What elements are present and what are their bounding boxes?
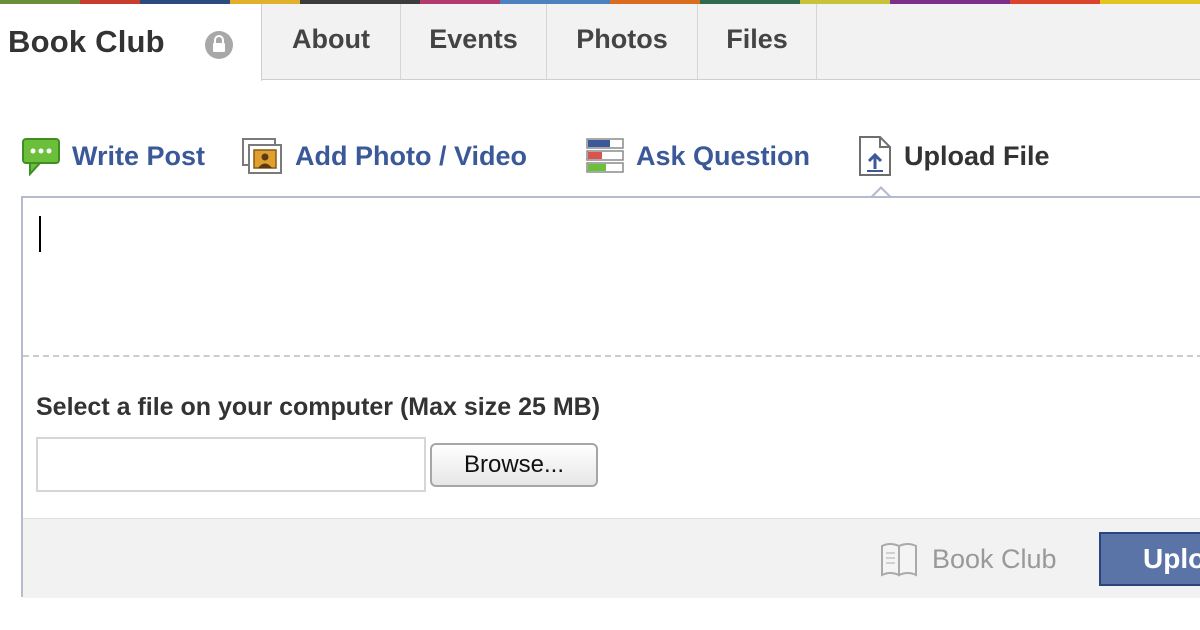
group-name[interactable]: Book Club: [8, 24, 165, 60]
file-path-field[interactable]: [36, 437, 426, 492]
composer-footer: Book Club Upload: [23, 518, 1200, 598]
tab-label: Files: [726, 24, 788, 54]
browse-button[interactable]: Browse...: [430, 443, 598, 487]
tab-label: Photos: [576, 24, 668, 54]
photo-icon: [242, 138, 282, 174]
upload-file-link[interactable]: Upload File: [858, 128, 1050, 184]
book-icon: [881, 543, 917, 577]
add-photo-video-link[interactable]: Add Photo / Video: [241, 128, 527, 184]
post-text-input[interactable]: [23, 198, 1200, 355]
composer-actions: Write Post Add Photo / Video Ask Questio…: [0, 128, 1200, 184]
write-post-link[interactable]: Write Post: [22, 128, 205, 184]
upload-button[interactable]: Upload: [1099, 532, 1200, 586]
file-select-label: Select a file on your computer (Max size…: [36, 393, 601, 421]
file-upload-icon: [859, 136, 891, 176]
action-label: Upload File: [904, 140, 1050, 171]
tab-label: About: [292, 24, 370, 54]
tab-photos[interactable]: Photos: [547, 4, 698, 79]
text-cursor: [39, 216, 41, 252]
tab-events[interactable]: Events: [401, 4, 547, 79]
question-list-icon: [586, 138, 624, 173]
lock-icon[interactable]: [203, 29, 235, 61]
tab-files[interactable]: Files: [698, 4, 817, 79]
action-label: Add Photo / Video: [295, 140, 527, 171]
action-label: Write Post: [72, 140, 206, 171]
tab-label: Events: [429, 24, 518, 54]
audience-label: Book Club: [932, 543, 1057, 574]
composer-box: Select a file on your computer (Max size…: [21, 196, 1200, 598]
tab-about[interactable]: About: [262, 4, 401, 79]
speech-bubble-icon: [22, 138, 60, 176]
action-label: Ask Question: [636, 140, 811, 171]
composer-divider: [23, 355, 1200, 357]
audience-indicator: Book Club: [880, 541, 1057, 577]
group-header: Book Club About Events Photos Files: [0, 4, 1200, 81]
group-title-block: Book Club: [0, 4, 262, 81]
ask-question-link[interactable]: Ask Question: [586, 128, 810, 184]
